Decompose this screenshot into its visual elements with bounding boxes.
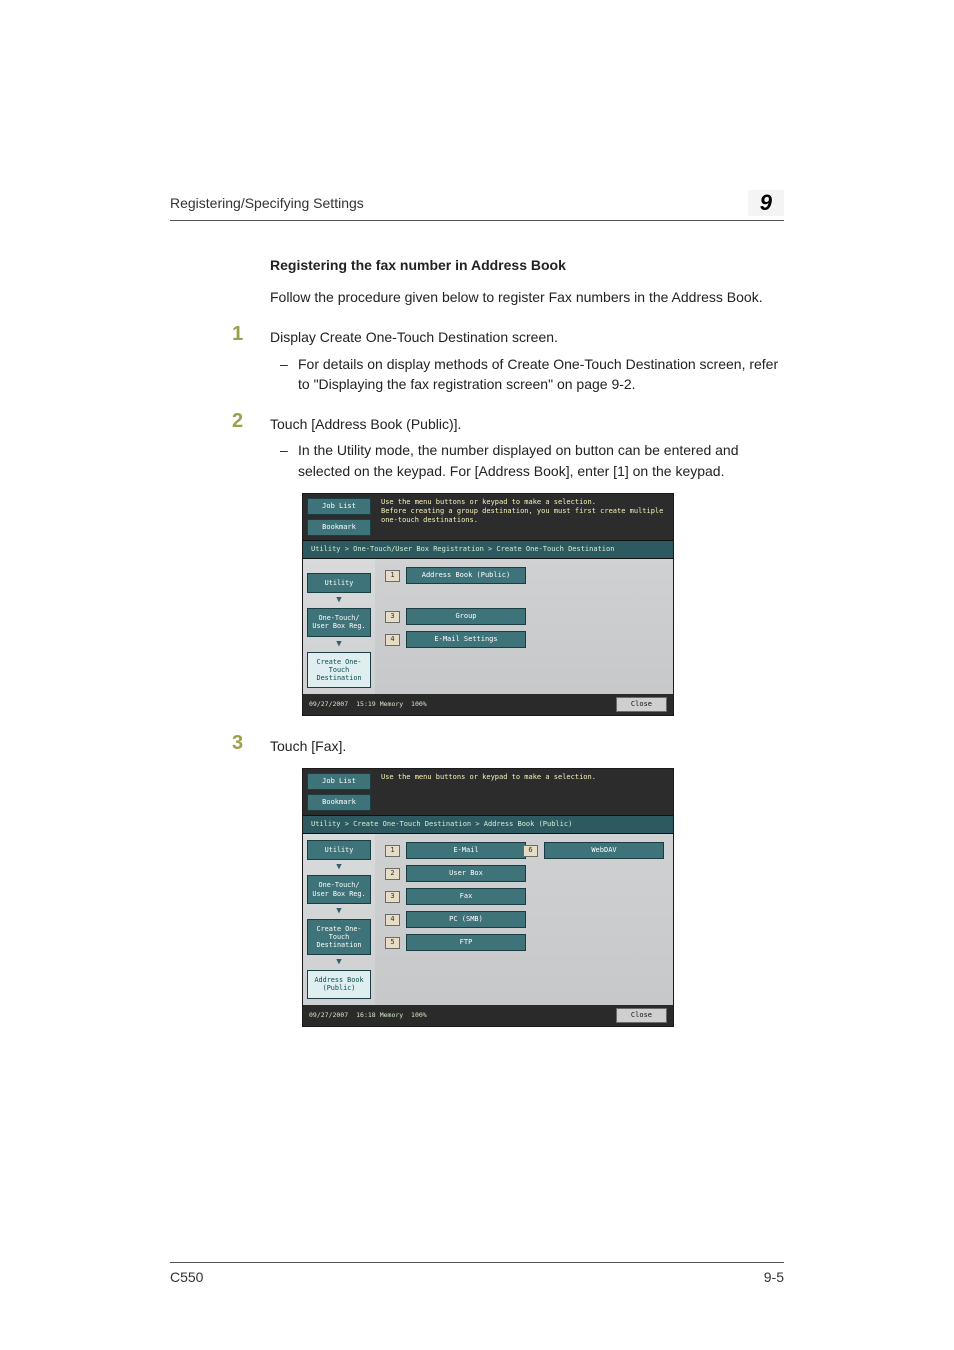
- job-list-button[interactable]: Job List: [307, 773, 371, 790]
- webdav-button[interactable]: WebDAV: [544, 842, 664, 859]
- breadcrumb: Utility > Create One-Touch Destination >…: [303, 815, 673, 834]
- arrow-down-icon: ▼: [336, 958, 341, 967]
- step-1-text: Display Create One-Touch Destination scr…: [270, 327, 784, 347]
- nav-address-book[interactable]: Address Book (Public): [307, 970, 371, 998]
- user-box-button[interactable]: User Box: [406, 865, 526, 882]
- nav-utility[interactable]: Utility: [307, 840, 371, 860]
- group-button[interactable]: Group: [406, 608, 526, 625]
- option-number: 3: [385, 891, 400, 903]
- option-number: 6: [523, 845, 538, 857]
- option-number: 4: [385, 914, 400, 926]
- step-3-text: Touch [Fax].: [270, 736, 784, 756]
- arrow-down-icon: ▼: [336, 596, 341, 605]
- address-book-public-button[interactable]: Address Book (Public): [406, 567, 526, 584]
- pc-smb-button[interactable]: PC (SMB): [406, 911, 526, 928]
- bookmark-button[interactable]: Bookmark: [307, 519, 371, 536]
- section-title: Registering/Specifying Settings: [170, 195, 364, 211]
- footer-model: C550: [170, 1269, 203, 1285]
- footer-page: 9-5: [764, 1269, 784, 1285]
- email-button[interactable]: E-Mail: [406, 842, 526, 859]
- fax-button[interactable]: Fax: [406, 888, 526, 905]
- email-settings-button[interactable]: E-Mail Settings: [406, 631, 526, 648]
- rule: [170, 220, 784, 221]
- option-number: 5: [385, 937, 400, 949]
- ftp-button[interactable]: FTP: [406, 934, 526, 951]
- status-memory-value: 100%: [411, 1011, 427, 1019]
- step-1-sub: For details on display methods of Create…: [298, 354, 784, 395]
- step-number: 3: [232, 732, 243, 755]
- arrow-down-icon: ▼: [336, 640, 341, 649]
- nav-one-touch[interactable]: One-Touch/ User Box Reg.: [307, 608, 371, 636]
- arrow-down-icon: ▼: [336, 907, 341, 916]
- bookmark-button[interactable]: Bookmark: [307, 794, 371, 811]
- status-date: 09/27/2007: [309, 701, 348, 708]
- option-number: 1: [385, 845, 400, 857]
- option-number: 1: [385, 570, 400, 582]
- hint-text: Use the menu buttons or keypad to make a…: [375, 494, 673, 540]
- step-number: 2: [232, 410, 243, 433]
- hint-text: Use the menu buttons or keypad to make a…: [375, 769, 673, 815]
- option-number: 4: [385, 634, 400, 646]
- nav-create-one-touch[interactable]: Create One-Touch Destination: [307, 919, 371, 955]
- nav-utility[interactable]: Utility: [307, 573, 371, 593]
- close-button[interactable]: Close: [616, 1008, 667, 1023]
- breadcrumb: Utility > One-Touch/User Box Registratio…: [303, 540, 673, 559]
- status-time: 15:19: [356, 701, 376, 708]
- option-number: 3: [385, 611, 400, 623]
- close-button[interactable]: Close: [616, 697, 667, 712]
- status-memory-label: Memory: [380, 700, 403, 708]
- status-memory-value: 100%: [411, 700, 427, 708]
- status-time: 16:18: [356, 1012, 376, 1019]
- screenshot-create-one-touch: Job List Bookmark Use the menu buttons o…: [302, 493, 674, 716]
- screenshot-address-book-public: Job List Bookmark Use the menu buttons o…: [302, 768, 674, 1026]
- step-2-sub: In the Utility mode, the number displaye…: [298, 440, 784, 481]
- intro-paragraph: Follow the procedure given below to regi…: [270, 287, 784, 307]
- step-2-text: Touch [Address Book (Public)].: [270, 414, 784, 434]
- status-memory-label: Memory: [380, 1011, 403, 1019]
- nav-create-one-touch[interactable]: Create One-Touch Destination: [307, 652, 371, 688]
- nav-one-touch[interactable]: One-Touch/ User Box Reg.: [307, 875, 371, 903]
- option-number: 2: [385, 868, 400, 880]
- job-list-button[interactable]: Job List: [307, 498, 371, 515]
- chapter-number: 9: [748, 190, 784, 219]
- step-number: 1: [232, 323, 243, 346]
- heading-registering-fax: Registering the fax number in Address Bo…: [270, 257, 784, 273]
- status-date: 09/27/2007: [309, 1012, 348, 1019]
- arrow-down-icon: ▼: [336, 863, 341, 872]
